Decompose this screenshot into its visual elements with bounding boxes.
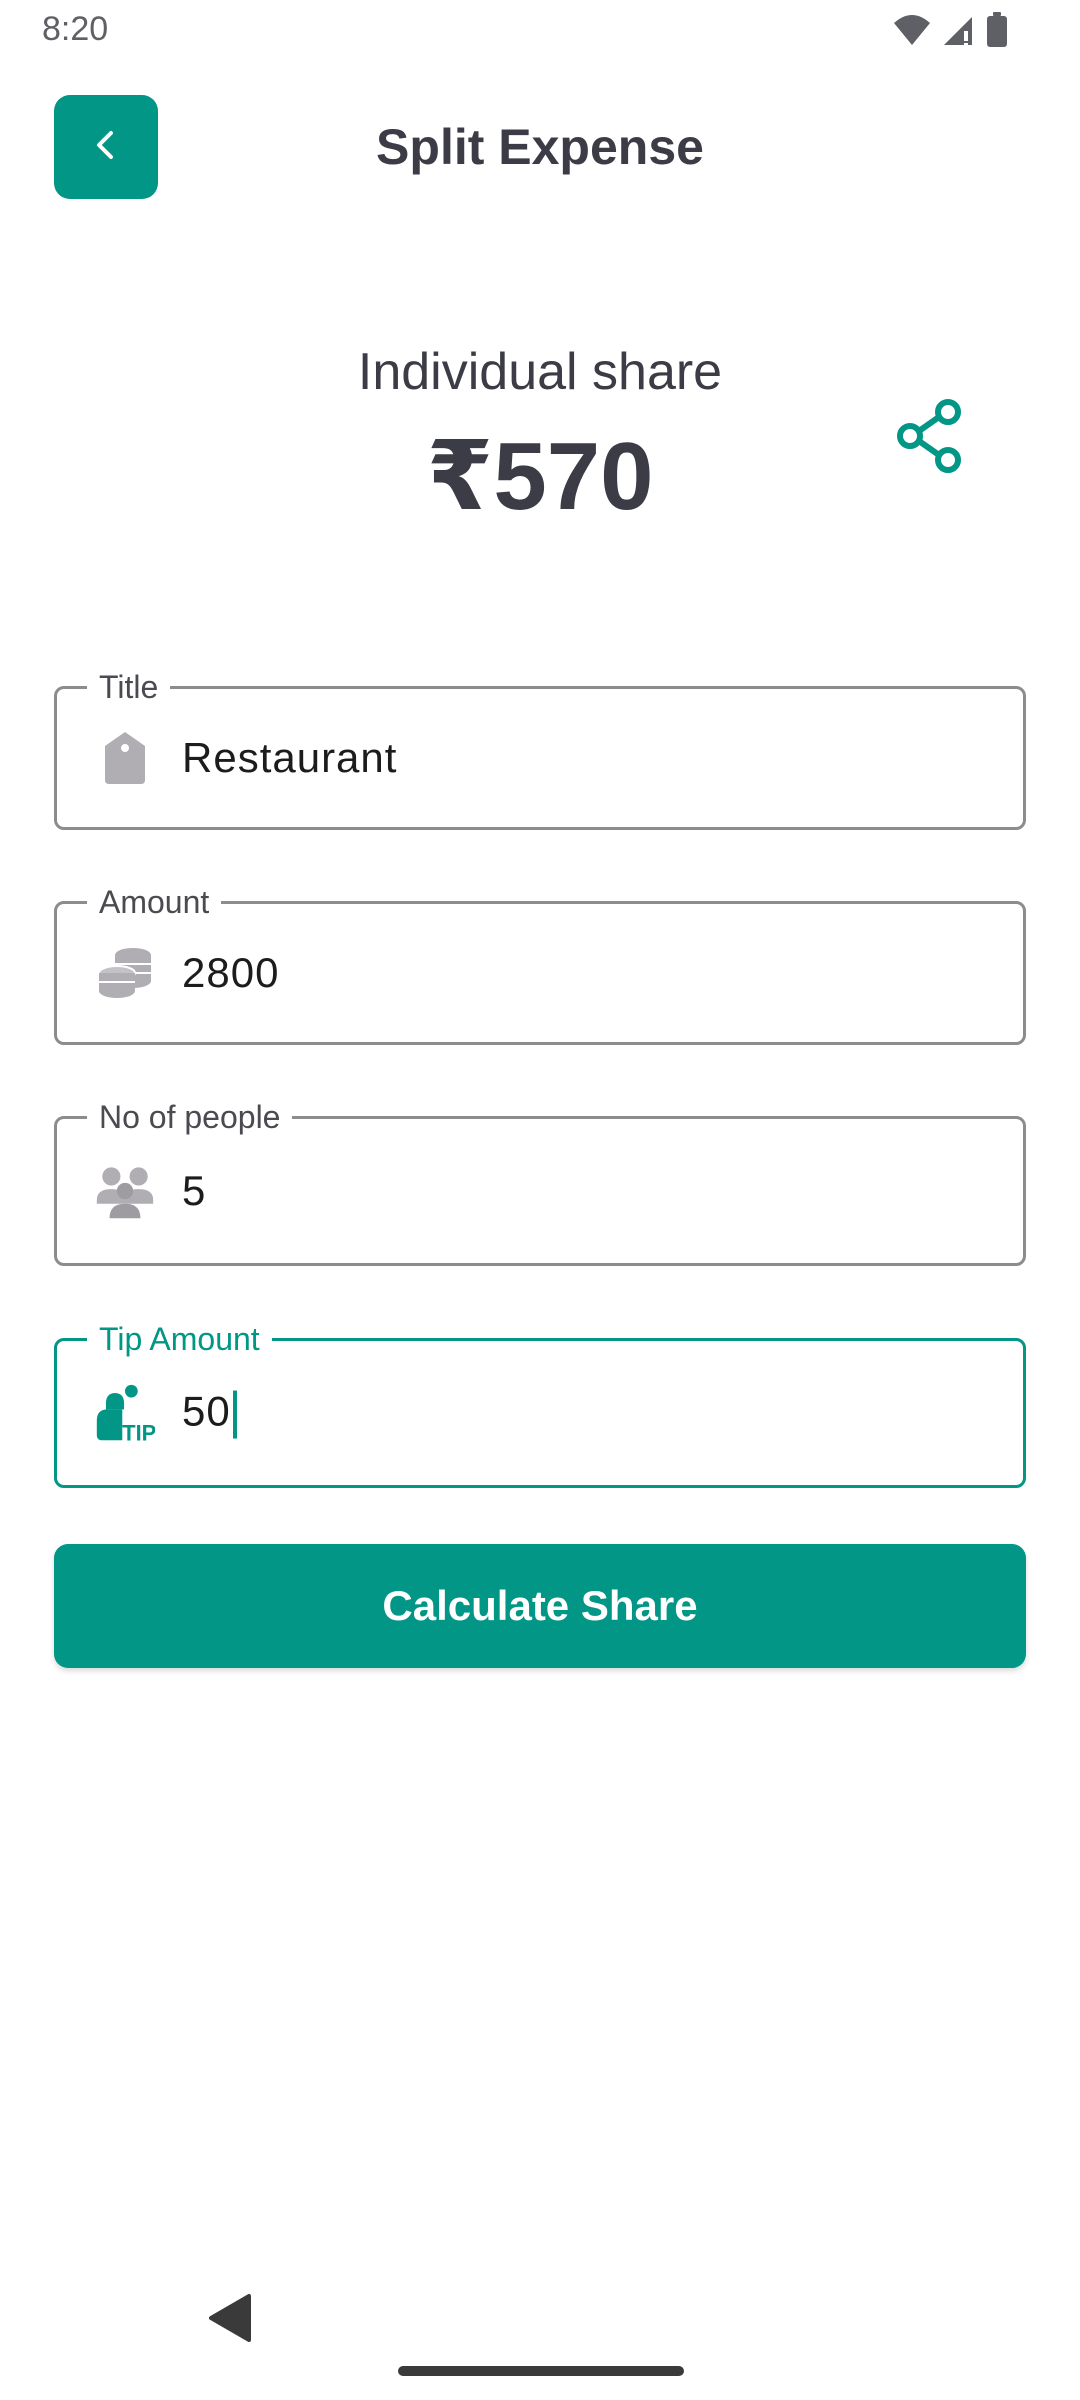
status-icons bbox=[892, 12, 1008, 53]
people-input[interactable]: 5 bbox=[182, 1167, 206, 1215]
tip-field-label: Tip Amount bbox=[87, 1321, 272, 1357]
page-title: Split Expense bbox=[376, 119, 704, 175]
title-field-label: Title bbox=[87, 669, 171, 705]
amount-input[interactable]: 2800 bbox=[182, 949, 279, 997]
title-input[interactable]: Restaurant bbox=[182, 734, 397, 782]
share-icon bbox=[890, 396, 970, 481]
nav-back-icon bbox=[207, 2293, 253, 2348]
amount-field-label: Amount bbox=[87, 884, 222, 920]
share-button[interactable] bbox=[882, 390, 978, 486]
tip-input-text: 50 bbox=[182, 1387, 231, 1435]
people-field-label: No of people bbox=[87, 1099, 293, 1135]
calculate-share-button[interactable]: Calculate Share bbox=[54, 1544, 1026, 1668]
tag-icon bbox=[95, 728, 155, 788]
title-field[interactable]: Title Restaurant bbox=[54, 669, 1026, 830]
wifi-icon bbox=[892, 13, 932, 52]
people-field[interactable]: No of people 5 bbox=[54, 1099, 1026, 1266]
cell-signal-icon bbox=[942, 13, 976, 52]
coins-icon bbox=[95, 943, 155, 1003]
tip-icon: TIP bbox=[95, 1383, 155, 1445]
svg-text:TIP: TIP bbox=[122, 1420, 155, 1445]
text-caret bbox=[232, 1390, 237, 1439]
nav-back-button[interactable] bbox=[200, 2290, 260, 2350]
tip-field[interactable]: Tip Amount TIP 50 bbox=[54, 1321, 1026, 1488]
battery-icon bbox=[986, 12, 1008, 53]
home-indicator[interactable] bbox=[398, 2366, 684, 2376]
status-bar: 8:20 bbox=[0, 0, 1080, 60]
amount-field[interactable]: Amount 2800 bbox=[54, 884, 1026, 1045]
status-time: 8:20 bbox=[42, 10, 109, 48]
split-expense-screen: 8:20 Split Expense Individual share ₹570… bbox=[0, 0, 1080, 2400]
tip-input[interactable]: 50 bbox=[182, 1388, 237, 1439]
people-icon bbox=[95, 1161, 155, 1221]
